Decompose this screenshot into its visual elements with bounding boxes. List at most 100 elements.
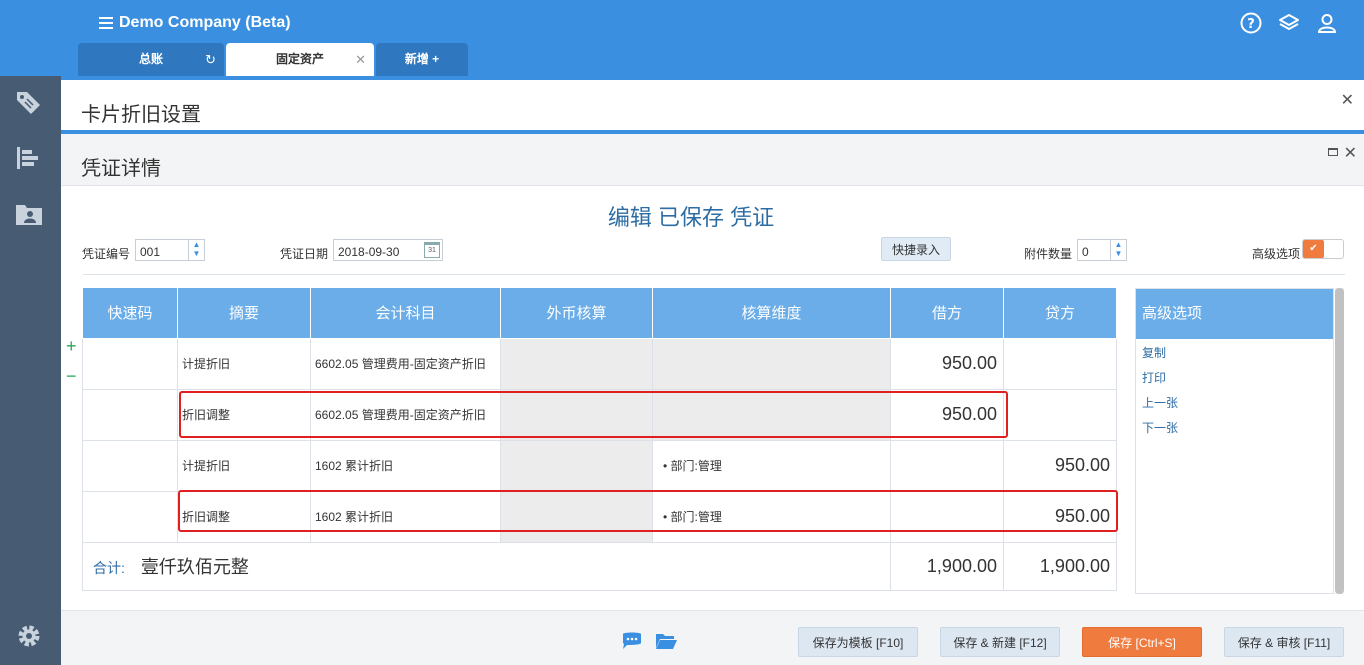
col-summary: 摘要 (177, 288, 311, 339)
check-icon: ✔ (1303, 240, 1324, 258)
company-name[interactable]: Demo Company (Beta) (119, 14, 291, 32)
refresh-icon[interactable]: ↻ (205, 43, 216, 76)
maximize-icon[interactable] (1328, 148, 1338, 156)
highlight-box (178, 490, 1118, 532)
tab-label: 总账 (138, 52, 163, 66)
panel-title: 卡片折旧设置 (81, 104, 201, 126)
voucher-date-value: 2018-09-30 (338, 245, 400, 259)
voucher-heading: 编辑 已保存 凭证 (607, 205, 775, 230)
col-foreign-currency: 外币核算 (500, 288, 653, 339)
print-link[interactable]: 打印 (1142, 366, 1333, 391)
summary-cell[interactable]: 计提折旧 (177, 337, 311, 390)
table-row[interactable]: 计提折旧 6602.05 管理费用-固定资产折旧 950.00 (82, 337, 1117, 390)
col-dimension: 核算维度 (652, 288, 891, 339)
tab-label: 固定资产 (275, 52, 324, 66)
advanced-options-label: 高级选项 (1252, 247, 1301, 261)
layers-icon[interactable] (1278, 12, 1300, 34)
voucher-no-value: 001 (140, 245, 161, 259)
close-icon[interactable]: ✕ (1344, 143, 1357, 163)
voucher-no-label: 凭证编号 (82, 247, 131, 261)
attachments-value: 0 (1082, 245, 1089, 259)
debit-cell[interactable]: 950.00 (890, 337, 1004, 390)
credit-cell[interactable]: 950.00 (1003, 439, 1117, 492)
quick-entry-button[interactable]: 快捷录入 (881, 237, 952, 261)
tab-general-ledger[interactable]: 总账 ↻ (78, 43, 224, 76)
total-row: 合计: 壹仟玖佰元整 1,900.00 1,900.00 (82, 541, 1117, 591)
col-quick-code: 快速码 (82, 288, 178, 339)
voucher-date-label: 凭证日期 (280, 247, 329, 261)
advanced-options-toggle[interactable]: ✔ (1302, 239, 1344, 259)
close-icon[interactable]: ✕ (355, 43, 366, 76)
quick-code-cell[interactable] (82, 388, 178, 441)
svg-text:?: ? (1247, 17, 1255, 32)
stepper-arrows-icon[interactable]: ▲ ▼ (1110, 240, 1126, 260)
highlight-box (179, 391, 1008, 438)
voucher-dialog: 凭证详情 ✕ 编辑 已保存 凭证 凭证编号 001 ▲ ▼ 凭证日期 2018-0… (61, 130, 1364, 665)
folder-user-icon[interactable] (14, 200, 44, 228)
quick-code-cell[interactable] (82, 337, 178, 390)
divider (83, 274, 1345, 275)
credit-cell[interactable] (1003, 337, 1117, 390)
debit-cell[interactable] (890, 439, 1004, 492)
col-account: 会计科目 (310, 288, 501, 339)
settings-icon[interactable] (14, 622, 44, 650)
credit-cell[interactable] (1003, 388, 1117, 441)
dialog-title: 凭证详情 (81, 158, 161, 180)
dialog-footer: 保存为模板 [F10] 保存 & 新建 [F12] 保存 [Ctrl+S] 保存… (61, 610, 1364, 665)
menu-icon[interactable] (99, 17, 113, 29)
table-row[interactable]: 计提折旧 1602 累计折旧 • 部门:管理 950.00 (82, 439, 1117, 492)
fx-cell (500, 439, 653, 492)
account-cell[interactable]: 6602.05 管理费用-固定资产折旧 (310, 337, 501, 390)
account-cell[interactable]: 1602 累计折旧 (310, 439, 501, 492)
help-icon[interactable]: ? (1240, 12, 1262, 34)
col-credit: 贷方 (1003, 288, 1117, 339)
dialog-header: 凭证详情 ✕ (61, 134, 1364, 186)
close-icon[interactable]: ✕ (1341, 90, 1354, 110)
calendar-icon[interactable]: 31 (424, 242, 440, 258)
col-debit: 借方 (890, 288, 1004, 339)
comment-icon[interactable] (621, 631, 643, 654)
save-review-button[interactable]: 保存 & 审核 [F11] (1224, 627, 1344, 657)
total-label: 合计: (93, 560, 125, 576)
advanced-options-panel: 高级选项 复制 打印 上一张 下一张 (1135, 288, 1334, 594)
folder-icon[interactable] (655, 631, 677, 654)
report-icon[interactable] (14, 144, 44, 172)
advanced-options-title: 高级选项 (1136, 289, 1333, 339)
summary-cell[interactable]: 计提折旧 (177, 439, 311, 492)
voucher-no-input[interactable]: 001 ▲ ▼ (135, 239, 205, 261)
attachments-label: 附件数量 (1024, 247, 1073, 261)
total-amount-words: 壹仟玖佰元整 (140, 557, 249, 577)
voucher-fields: 凭证编号 001 ▲ ▼ 凭证日期 2018-09-30 31 快捷录入 附件数量… (82, 237, 1344, 263)
fx-cell (500, 337, 653, 390)
tab-fixed-assets[interactable]: 固定资产 ✕ (226, 43, 374, 76)
dimension-cell[interactable]: • 部门:管理 (652, 439, 891, 492)
quick-code-cell[interactable] (82, 439, 178, 492)
save-button[interactable]: 保存 [Ctrl+S] (1082, 627, 1202, 657)
stepper-arrows-icon[interactable]: ▲ ▼ (188, 240, 204, 260)
next-link[interactable]: 下一张 (1142, 416, 1333, 441)
tag-icon[interactable] (14, 88, 44, 116)
scrollbar[interactable] (1335, 288, 1344, 594)
add-row-icon[interactable]: + (66, 336, 77, 357)
dimension-cell (652, 337, 891, 390)
attachments-input[interactable]: 0 ▲ ▼ (1077, 239, 1127, 261)
scrollbar-thumb[interactable] (1335, 288, 1344, 594)
footer-icons (621, 631, 677, 654)
voucher-date-input[interactable]: 2018-09-30 31 (333, 239, 443, 261)
total-debit: 1,900.00 (890, 541, 1004, 591)
copy-link[interactable]: 复制 (1142, 341, 1333, 366)
depreciation-card-panel: 卡片折旧设置 ✕ (61, 76, 1364, 136)
tab-new[interactable]: 新增 + (376, 43, 468, 76)
top-bar: Demo Company (Beta) ? 总账 ↻ 固定资产 ✕ 新增 + (0, 0, 1364, 76)
total-credit: 1,900.00 (1003, 541, 1117, 591)
tab-label: 新增 + (404, 52, 440, 66)
remove-row-icon[interactable]: − (66, 366, 77, 387)
user-icon[interactable] (1316, 12, 1338, 34)
total-label-cell: 合计: 壹仟玖佰元整 (82, 541, 891, 591)
quick-code-cell[interactable] (82, 490, 178, 543)
previous-link[interactable]: 上一张 (1142, 391, 1333, 416)
voucher-entries-table: 快速码 摘要 会计科目 外币核算 核算维度 借方 贷方 计提折旧 6602.05… (82, 288, 1117, 591)
save-new-button[interactable]: 保存 & 新建 [F12] (940, 627, 1060, 657)
left-sidebar (0, 76, 61, 665)
save-template-button[interactable]: 保存为模板 [F10] (798, 627, 918, 657)
